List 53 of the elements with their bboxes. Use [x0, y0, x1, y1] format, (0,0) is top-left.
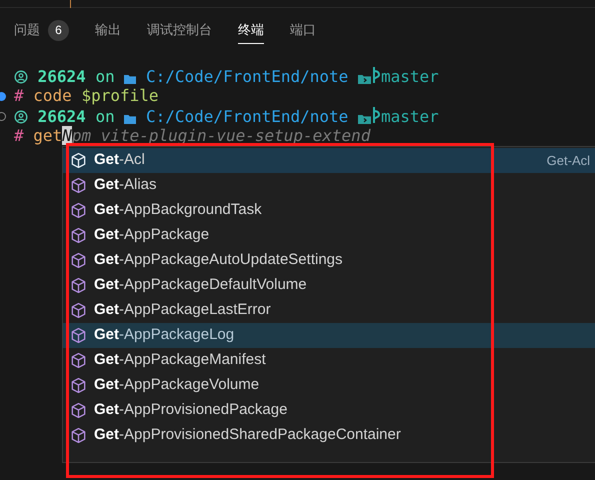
- argument-text: $profile: [81, 86, 159, 105]
- ghost-suggestion: pm vite-plugin-vue-setup-extend: [72, 126, 370, 145]
- path-text: C:/Code/FrontEnd/note: [146, 107, 348, 126]
- panel-tab[interactable]: 调试控制台: [147, 16, 212, 44]
- suggestion-item[interactable]: Get-AppProvisionedPackage: [63, 398, 595, 423]
- suggestion-item[interactable]: Get-Acl Get-Acl: [63, 148, 595, 173]
- cube-icon: [70, 377, 87, 394]
- cube-icon: [70, 427, 87, 444]
- folder-icon: [124, 74, 136, 84]
- branch-icon: [370, 66, 381, 84]
- cube-icon: [70, 202, 87, 219]
- text-cursor: N: [62, 126, 72, 145]
- panel-tab[interactable]: 终端: [238, 16, 264, 44]
- suggestion-item[interactable]: Get-AppBackgroundTask: [63, 198, 595, 223]
- folder-icon: [124, 114, 136, 124]
- branch-name: master: [380, 107, 439, 126]
- cube-icon: [70, 252, 87, 269]
- command-text: get: [33, 126, 62, 145]
- user-icon: [14, 70, 28, 84]
- cube-icon: [70, 402, 87, 419]
- cube-icon: [70, 227, 87, 244]
- branch-name: master: [380, 67, 439, 86]
- folder-icon: [358, 114, 371, 124]
- suggestion-item[interactable]: Get-AppPackageDefaultVolume: [63, 273, 595, 298]
- path-text: C:/Code/FrontEnd/note: [146, 67, 348, 86]
- suggestion-item[interactable]: Get-AppPackageManifest: [63, 348, 595, 373]
- username: 26624: [38, 107, 86, 126]
- count-badge: 6: [48, 20, 69, 40]
- panel-tab[interactable]: 端口: [290, 16, 316, 44]
- prompt-text: on: [95, 67, 115, 86]
- suggestion-item[interactable]: Get-AppPackageAutoUpdateSettings: [63, 248, 595, 273]
- cube-icon: [70, 327, 87, 344]
- suggestion-item[interactable]: Get-AppPackageVolume: [63, 373, 595, 398]
- cube-icon: [70, 277, 87, 294]
- cube-icon: [70, 152, 87, 169]
- cube-icon: [70, 302, 87, 319]
- suggestion-item[interactable]: Get-AppPackageLog: [63, 323, 595, 348]
- suggestion-item[interactable]: Get-AppPackage: [63, 223, 595, 248]
- prompt-symbol: #: [14, 126, 24, 145]
- suggestion-item[interactable]: Get-AppPackageLastError: [63, 298, 595, 323]
- prompt-symbol: #: [14, 86, 24, 105]
- cube-icon: [70, 177, 87, 194]
- username: 26624: [38, 67, 86, 86]
- cube-icon: [70, 352, 87, 369]
- prompt-text: on: [95, 107, 115, 126]
- suggestion-item[interactable]: Get-AppProvisionedSharedPackageContainer: [63, 423, 595, 448]
- branch-icon: [370, 106, 381, 124]
- panel-tab[interactable]: 问题: [14, 16, 40, 44]
- suggestion-item[interactable]: Get-Alias: [63, 173, 595, 198]
- user-icon: [14, 110, 28, 124]
- command-text: code: [33, 86, 72, 105]
- panel-tab[interactable]: 输出: [95, 16, 121, 44]
- folder-icon: [358, 74, 371, 84]
